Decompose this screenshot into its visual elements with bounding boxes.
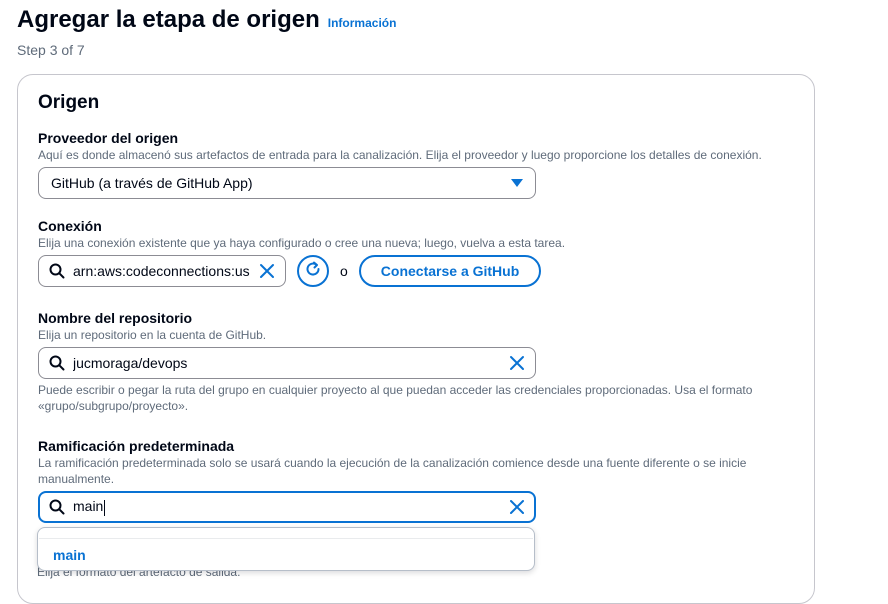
- branch-field: Ramificación predeterminada La ramificac…: [38, 437, 778, 523]
- clear-icon[interactable]: [259, 263, 275, 279]
- connection-value: arn:aws:codeconnections:us: [73, 263, 250, 279]
- provider-selected-value: GitHub (a través de GitHub App): [51, 175, 253, 191]
- provider-field: Proveedor del origen Aquí es donde almac…: [38, 129, 762, 199]
- branch-suggestions-dropdown: main: [37, 527, 535, 571]
- card-title: Origen: [38, 92, 100, 113]
- dropdown-spacer: [39, 528, 533, 538]
- branch-value: main: [73, 498, 104, 515]
- branch-label: Ramificación predeterminada: [38, 438, 235, 454]
- search-icon: [49, 355, 65, 371]
- branch-input[interactable]: main: [38, 491, 536, 523]
- repository-label: Nombre del repositorio: [38, 310, 193, 326]
- connection-label: Conexión: [38, 218, 102, 234]
- clear-icon[interactable]: [509, 499, 525, 515]
- branch-suggestion-item[interactable]: main: [39, 538, 533, 571]
- refresh-icon: [304, 260, 322, 283]
- caret-down-icon: [511, 179, 523, 187]
- or-separator: o: [340, 263, 348, 279]
- title-row: Agregar la etapa de origen Información: [17, 6, 396, 34]
- search-icon: [49, 499, 65, 515]
- page-title: Agregar la etapa de origen: [17, 6, 320, 33]
- repository-hint: Puede escribir o pegar la ruta del grupo…: [38, 383, 753, 413]
- info-link[interactable]: Información: [328, 16, 397, 30]
- connection-description: Elija una conexión existente que ya haya…: [38, 236, 566, 250]
- provider-label: Proveedor del origen: [38, 130, 179, 146]
- text-cursor: [104, 499, 106, 516]
- connection-input[interactable]: arn:aws:codeconnections:us: [38, 255, 286, 287]
- connection-row: arn:aws:codeconnections:us o Conectarse …: [38, 255, 565, 287]
- repository-description: Elija un repositorio en la cuenta de Git…: [38, 328, 267, 342]
- clear-icon[interactable]: [509, 355, 525, 371]
- repository-value: jucmoraga/devops: [73, 355, 188, 371]
- refresh-button[interactable]: [297, 255, 329, 287]
- step-label: Step 3 of 7: [17, 42, 85, 58]
- repository-input[interactable]: jucmoraga/devops: [38, 347, 536, 379]
- provider-select[interactable]: GitHub (a través de GitHub App): [38, 167, 536, 199]
- source-card: Origen Proveedor del origen Aquí es dond…: [17, 74, 815, 604]
- branch-input-text: main: [73, 498, 501, 516]
- page-header: Agregar la etapa de origen Información S…: [17, 6, 396, 58]
- provider-description: Aquí es donde almacenó sus artefactos de…: [38, 148, 762, 162]
- repository-field: Nombre del repositorio Elija un reposito…: [38, 309, 778, 414]
- branch-description: La ramificación predeterminada solo se u…: [38, 456, 747, 486]
- search-icon: [49, 263, 65, 279]
- connect-github-button[interactable]: Conectarse a GitHub: [358, 255, 542, 287]
- connection-field: Conexión Elija una conexión existente qu…: [38, 217, 565, 287]
